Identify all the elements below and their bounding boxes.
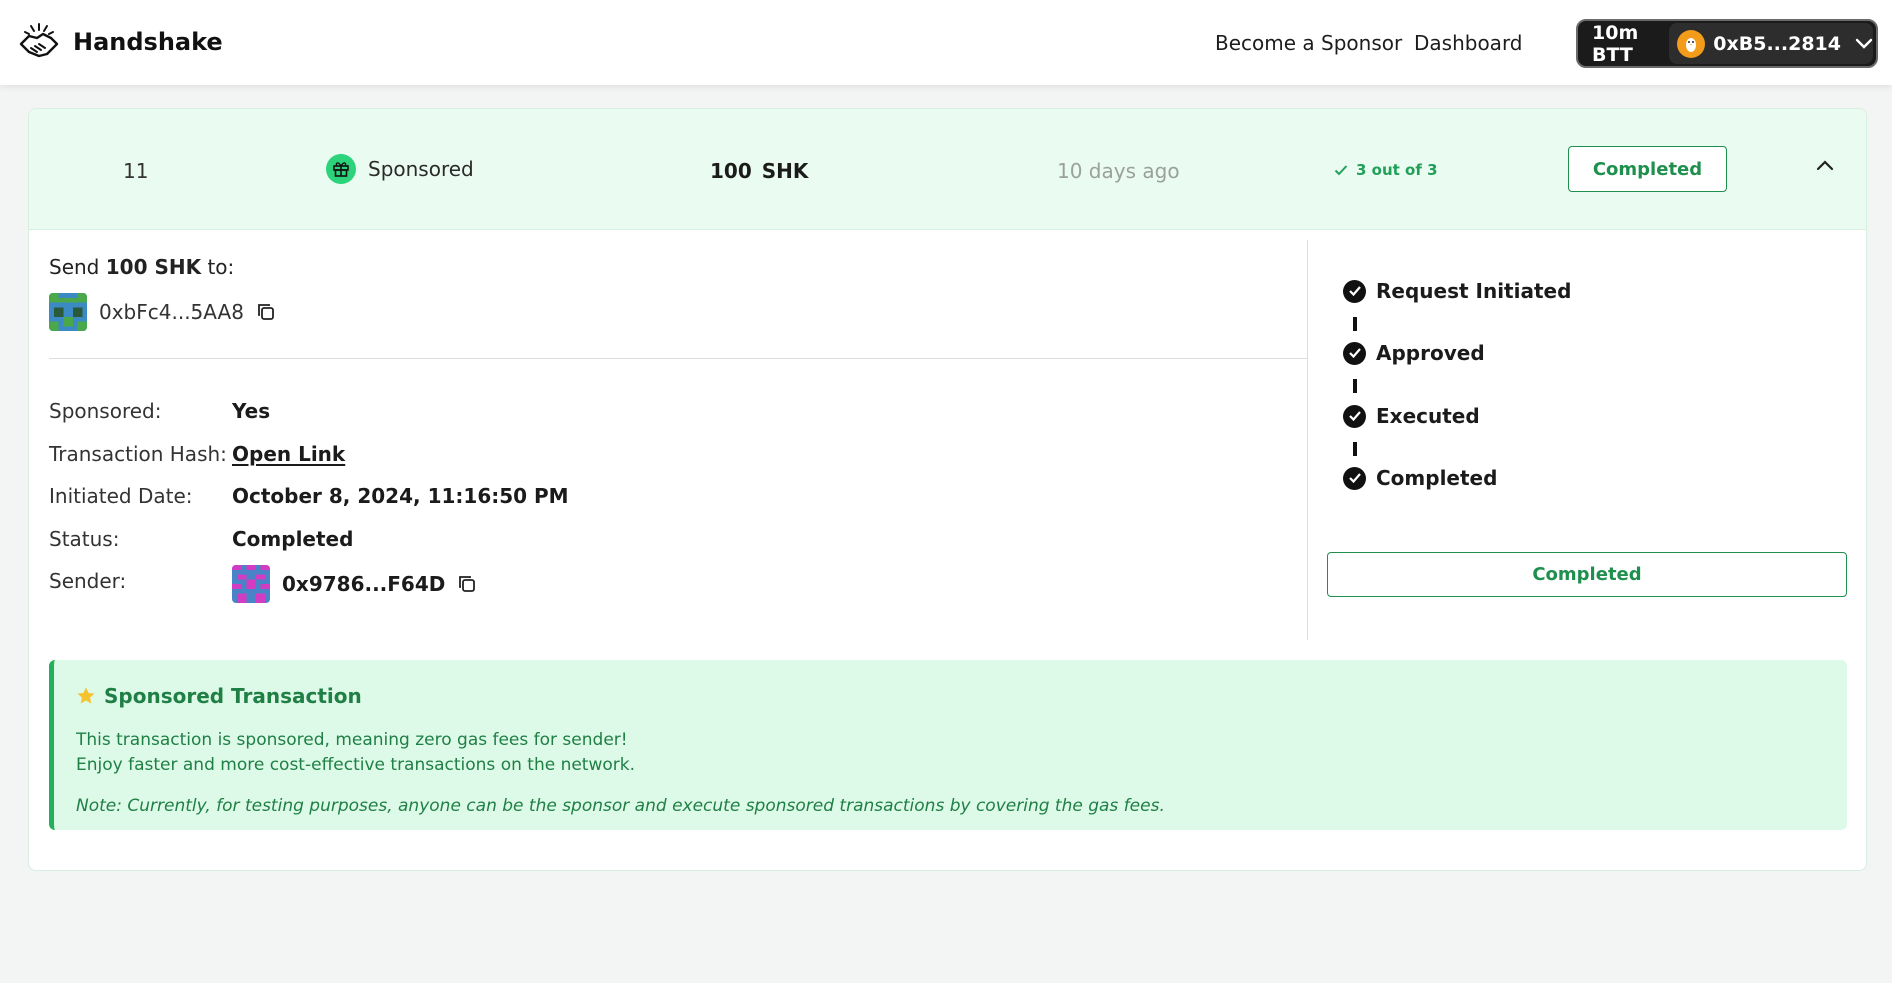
- sponsored-info-banner: Sponsored Transaction This transaction i…: [49, 660, 1847, 830]
- status-badge[interactable]: Completed: [1568, 146, 1727, 192]
- wallet-avatar: [1677, 29, 1706, 58]
- sender-row: 0x9786...F64D: [232, 565, 477, 603]
- wallet-balance: 10m BTT: [1592, 21, 1639, 66]
- star-icon: [77, 687, 95, 704]
- value-initiated-date: October 8, 2024, 11:16:50 PM: [232, 484, 569, 508]
- recipient-row: 0xbFc4...5AA8: [49, 293, 276, 331]
- wallet-button[interactable]: 10m BTT 0xB5...2814: [1576, 19, 1878, 68]
- step-connector: [1353, 442, 1357, 456]
- banner-title: Sponsored Transaction: [76, 684, 362, 708]
- wallet-account[interactable]: 0xB5...2814: [1669, 23, 1873, 64]
- check-circle-icon: [1343, 279, 1366, 303]
- label-sender: Sender:: [49, 569, 127, 593]
- step-connector: [1353, 379, 1357, 393]
- handshake-icon: [19, 23, 59, 58]
- wallet-address: 0xB5...2814: [1713, 32, 1841, 55]
- recipient-avatar: [49, 293, 87, 331]
- request-time: 10 days ago: [1057, 159, 1180, 183]
- app-logo[interactable]: Handshake: [17, 22, 223, 62]
- request-amount: 100 SHK: [710, 159, 808, 183]
- gift-icon: [326, 154, 356, 184]
- column-divider: [1307, 240, 1308, 640]
- banner-line-2: Enjoy faster and more cost-effective tra…: [76, 755, 636, 775]
- banner-title-text: Sponsored Transaction: [104, 684, 362, 708]
- step-label: Completed: [1376, 466, 1498, 490]
- step-request-initiated: Request Initiated: [1343, 279, 1571, 303]
- recipient-address: 0xbFc4...5AA8: [99, 300, 244, 324]
- check-icon: [1334, 165, 1348, 176]
- completed-button[interactable]: Completed: [1327, 552, 1847, 597]
- step-connector: [1353, 317, 1357, 331]
- label-sponsored: Sponsored:: [49, 399, 162, 423]
- banner-line-1: This transaction is sponsored, meaning z…: [76, 730, 628, 750]
- step-label: Request Initiated: [1376, 279, 1572, 303]
- amount-unit: SHK: [761, 159, 809, 183]
- send-suffix: to:: [207, 255, 235, 279]
- amount-value: 100: [710, 159, 752, 183]
- nav-dashboard[interactable]: Dashboard: [1414, 31, 1523, 55]
- steps-progress: 3 out of 3: [1334, 161, 1438, 179]
- label-initiated-date: Initiated Date:: [49, 484, 193, 508]
- transaction-summary-row[interactable]: 11 Sponsored 100 SHK 10 days ago 3 out of…: [29, 109, 1866, 230]
- section-divider: [49, 358, 1307, 359]
- step-completed: Completed: [1343, 466, 1497, 490]
- value-status: Completed: [232, 527, 354, 551]
- steps-label: 3 out of 3: [1356, 161, 1438, 179]
- step-label: Approved: [1376, 341, 1485, 365]
- send-summary: Send 100 SHK to:: [49, 255, 234, 279]
- sender-avatar: [232, 565, 270, 603]
- request-type-label: Sponsored: [368, 157, 474, 181]
- nav-become-sponsor[interactable]: Become a Sponsor: [1215, 31, 1402, 55]
- check-circle-icon: [1343, 466, 1366, 490]
- request-type: Sponsored: [326, 154, 474, 184]
- step-label: Executed: [1376, 404, 1480, 428]
- tx-hash-link[interactable]: Open Link: [232, 442, 345, 466]
- banner-note: Note: Currently, for testing purposes, a…: [76, 796, 1165, 816]
- label-status: Status:: [49, 527, 120, 551]
- label-tx-hash: Transaction Hash:: [49, 442, 227, 466]
- step-approved: Approved: [1343, 341, 1485, 365]
- transaction-card: 11 Sponsored 100 SHK 10 days ago 3 out of…: [28, 108, 1867, 871]
- app-name: Handshake: [73, 28, 223, 56]
- copy-icon[interactable]: [457, 574, 477, 594]
- check-circle-icon: [1343, 341, 1366, 365]
- send-prefix: Send: [49, 255, 100, 279]
- send-amount: 100 SHK: [105, 255, 202, 279]
- top-navbar: Handshake Become a Sponsor Dashboard 10m…: [0, 0, 1892, 85]
- step-executed: Executed: [1343, 404, 1480, 428]
- penguin-icon: [1686, 37, 1697, 52]
- chevron-up-icon[interactable]: [1816, 159, 1834, 171]
- check-circle-icon: [1343, 404, 1366, 428]
- chevron-down-icon: [1855, 38, 1873, 49]
- sender-address: 0x9786...F64D: [282, 572, 446, 596]
- value-sponsored: Yes: [232, 399, 271, 423]
- request-id: 11: [123, 159, 149, 183]
- copy-icon[interactable]: [256, 302, 276, 322]
